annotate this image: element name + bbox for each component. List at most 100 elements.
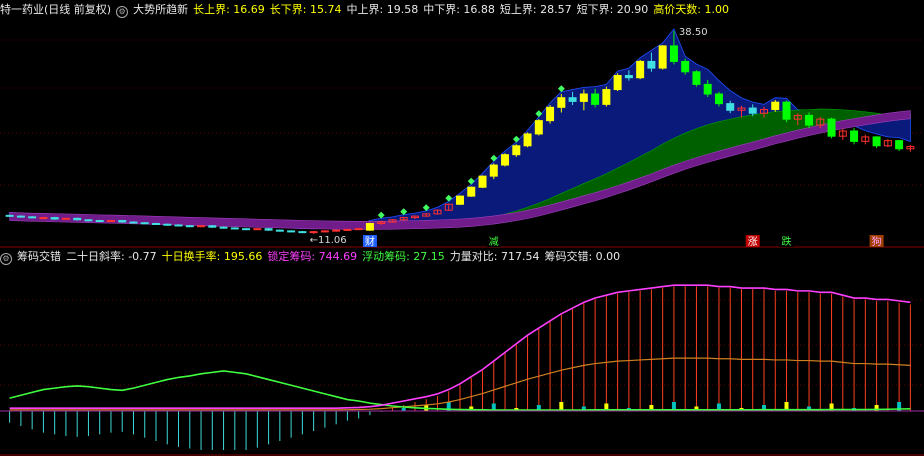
sub-indicator-value: 浮动筹码: 27.15 [362,250,445,263]
candle-body[interactable] [512,145,521,156]
stock-title: 特一药业(日线 前复权) [0,3,112,16]
candle-body[interactable] [50,217,59,220]
buy-marker-icon: ◆ [513,134,520,144]
candle-body[interactable] [253,228,262,231]
indicator-name[interactable]: 大势所趋新 [133,3,188,16]
candle-body[interactable] [298,231,307,234]
candle-body[interactable] [174,224,183,227]
main-chart-header: 特一药业(日线 前复权) ⚙ 大势所趋新 长上界: 16.69 长下界: 15.74 中上… [0,1,734,19]
indicator-value: 中上界: 19.58 [346,3,419,16]
buy-marker-icon: ◆ [400,207,407,217]
candle-body[interactable] [523,133,532,147]
candle-body[interactable] [163,223,172,226]
indicator-toggle-icon[interactable]: ⚙ [116,6,129,18]
candle-body[interactable] [827,118,836,137]
candle-body[interactable] [320,230,329,233]
candle-body[interactable] [568,97,577,102]
candle-body[interactable] [287,230,296,233]
candle-body[interactable] [726,103,735,111]
candle-body[interactable] [636,60,645,79]
candle-body[interactable] [681,60,690,73]
candle-body[interactable] [16,215,25,218]
candle-body[interactable] [591,93,600,105]
buy-marker-icon: ◆ [378,211,385,221]
sub-indicator-value: 二十日斜率: -0.77 [66,250,157,263]
indicator-value: 短上界: 28.57 [499,3,572,16]
candle-body[interactable] [579,93,588,102]
candle-body[interactable] [613,75,622,91]
candle-body[interactable] [456,195,464,205]
signal-label: 财 [365,235,375,248]
candle-body[interactable] [647,60,656,69]
candle-body[interactable] [84,219,93,222]
candle-body[interactable] [805,114,814,126]
buy-marker-icon: ◆ [558,84,565,94]
candle-body[interactable] [850,130,859,142]
signal-label: 狗 [872,235,882,248]
candle-body[interactable] [354,228,363,231]
indicator-value: 长上界: 16.69 [193,3,265,16]
candle-body[interactable] [197,225,206,228]
candle-body[interactable] [501,154,510,166]
candle-body[interactable] [264,228,273,231]
candle-body[interactable] [782,101,791,120]
candle-body[interactable] [208,225,217,228]
candle-body[interactable] [129,221,138,224]
candle-body[interactable] [309,231,318,234]
buy-marker-icon: ◆ [423,203,430,213]
candle-body[interactable] [152,223,160,225]
buy-marker-icon: ◆ [445,194,452,204]
candle-body[interactable] [748,107,757,114]
candle-body[interactable] [219,226,228,229]
candle-body[interactable] [343,228,352,231]
candle-body[interactable] [118,220,127,223]
sub-indicator-name[interactable]: 筹码交错 [17,250,61,263]
candle-body[interactable] [106,220,115,223]
sub-indicator-value: 十日换手率: 195.66 [161,250,263,263]
min-price-label: ←11.06 [310,235,347,246]
buy-marker-icon: ◆ [490,154,497,164]
candle-body[interactable] [703,83,712,95]
candle-body[interactable] [658,45,667,69]
candle-body[interactable] [771,101,780,111]
indicator-value: 中下界: 16.88 [423,3,495,16]
buy-marker-icon: ◆ [535,109,542,119]
sub-indicator-value: 锁定筹码: 744.69 [267,250,358,263]
indicator-toggle-icon[interactable]: ⚙ [0,253,12,265]
indicator-value: 长下界: 15.74 [269,3,342,16]
candle-body[interactable] [557,97,566,108]
candle-body[interactable] [242,228,251,231]
candle-body[interactable] [332,229,341,232]
candle-body[interactable] [467,186,476,197]
signal-label: 减 [489,236,499,248]
signal-label: 涨 [748,236,758,248]
indicator-value: 短下界: 20.90 [576,3,649,16]
candle-body[interactable] [140,222,149,225]
candle-body[interactable] [546,106,555,122]
chart-canvas[interactable]: ◆ ◆ ◆ ◆ ◆ ◆ ◆ ◆ ◆ 38.50 ←11.06 财 减 涨 跌 狗 [0,0,924,456]
candle-body[interactable] [230,227,239,230]
candle-body[interactable] [602,89,611,105]
candle-body[interactable] [73,217,82,221]
sub-chart-header: ⚙ 筹码交错 二十日斜率: -0.77 十日换手率: 195.66 锁定筹码: 744.… [0,248,625,266]
candle-body[interactable] [478,175,487,188]
sub-indicator-value: 筹码交错: 0.00 [544,250,621,263]
candle-body[interactable] [692,71,701,85]
candle-body[interactable] [624,75,633,79]
candle-body[interactable] [669,45,678,62]
candle-body[interactable] [534,120,543,135]
sub-indicator-value: 力量对比: 717.54 [449,250,540,263]
candle-body[interactable] [489,164,498,177]
candle-body[interactable] [39,217,48,220]
candle-body[interactable] [185,225,194,228]
candle-body[interactable] [365,223,374,231]
candle-body[interactable] [895,140,904,150]
candle-body[interactable] [95,220,104,223]
candle-body[interactable] [714,93,723,105]
indicator-value: 高价天数: 1.00 [653,3,730,16]
candle-body[interactable] [275,229,284,232]
candle-body[interactable] [61,217,70,220]
candle-body[interactable] [872,136,881,147]
candle-body[interactable] [28,216,37,219]
candle-body[interactable] [5,214,14,217]
